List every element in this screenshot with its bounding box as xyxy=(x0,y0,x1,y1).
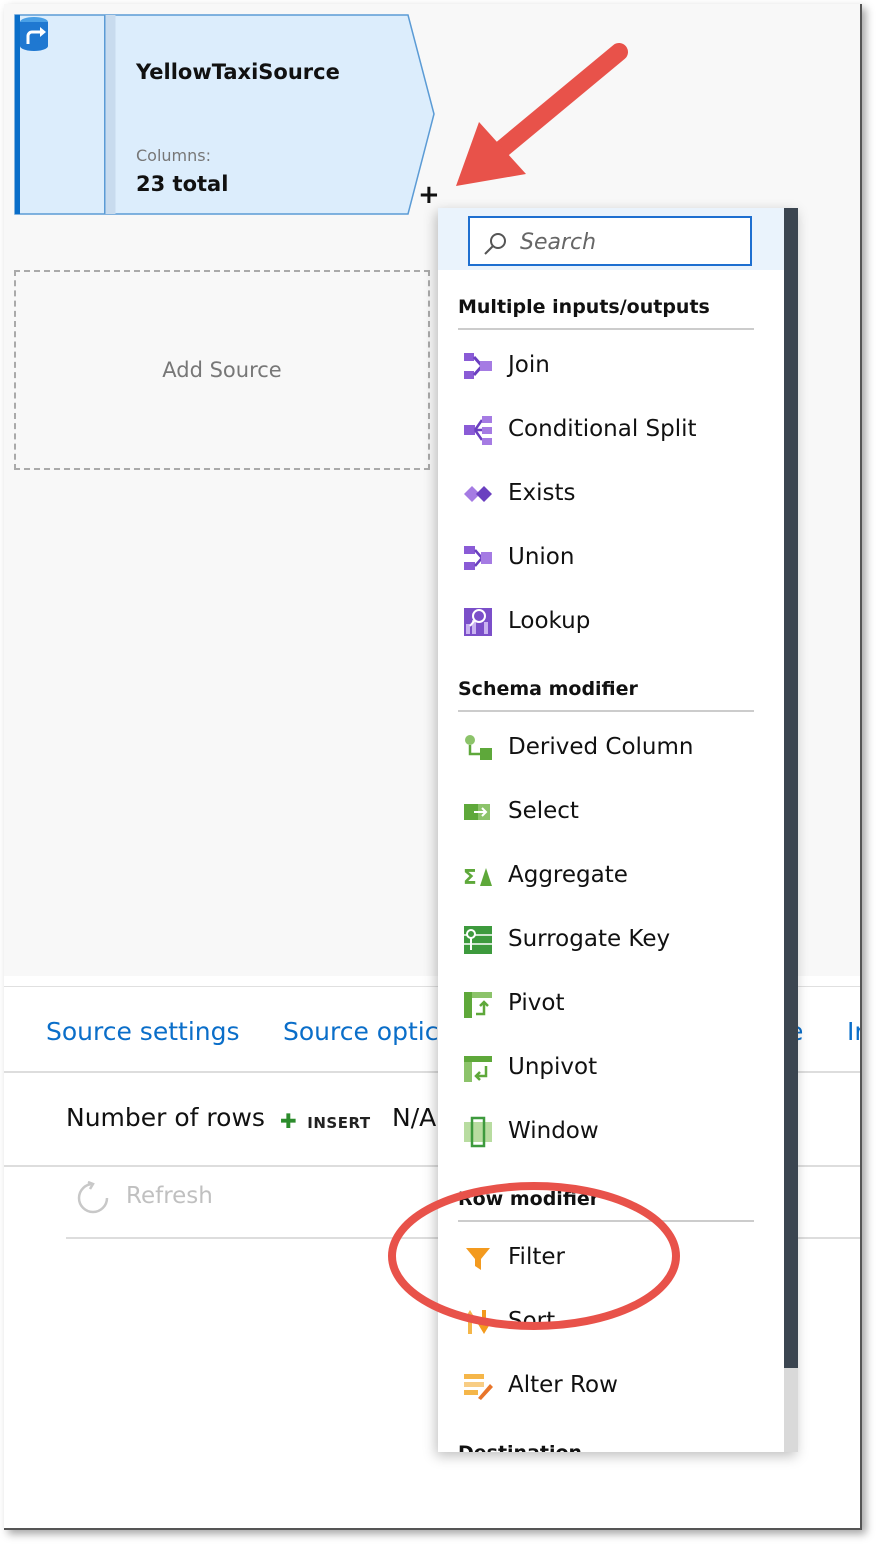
annotation-arrow xyxy=(456,43,628,186)
window-icon xyxy=(464,1116,492,1148)
menu-item-aggregate[interactable]: Σ Aggregate xyxy=(458,852,758,900)
source-node[interactable]: YellowTaxiSource Columns: 23 total xyxy=(14,14,435,215)
refresh-button[interactable]: Refresh xyxy=(126,1183,213,1209)
menu-item-label: Exists xyxy=(508,480,576,506)
section-schema-modifier: Schema modifier xyxy=(458,678,754,712)
join-icon xyxy=(464,353,492,379)
menu-item-surrogate-key[interactable]: Surrogate Key xyxy=(458,916,758,964)
menu-item-window[interactable]: Window xyxy=(458,1108,758,1156)
menu-item-lookup[interactable]: Lookup xyxy=(458,598,758,646)
number-of-rows-label: Number of rows xyxy=(66,1103,265,1132)
surrogate-key-icon xyxy=(464,926,492,954)
conditional-split-icon xyxy=(464,416,492,445)
menu-item-label: Pivot xyxy=(508,990,565,1016)
menu-item-derived-column[interactable]: Derived Column xyxy=(458,724,758,772)
search-input[interactable] xyxy=(518,224,742,260)
section-destination: Destination xyxy=(458,1442,754,1452)
menu-item-conditional-split[interactable]: Conditional Split xyxy=(458,406,758,454)
menu-item-label: Surrogate Key xyxy=(508,926,671,952)
union-icon xyxy=(464,546,492,570)
menu-item-label: Derived Column xyxy=(508,734,694,760)
menu-item-label: Unpivot xyxy=(508,1054,598,1080)
svg-text:Σ: Σ xyxy=(463,865,477,889)
columns-value: 23 total xyxy=(136,172,229,196)
menu-item-unpivot[interactable]: Unpivot xyxy=(458,1044,758,1092)
refresh-icon xyxy=(77,1181,109,1214)
pivot-icon xyxy=(464,992,492,1018)
menu-item-label: Select xyxy=(508,798,579,824)
screenshot-frame: YellowTaxiSource Columns: 23 total + Add… xyxy=(4,4,862,1530)
search-icon xyxy=(484,233,506,255)
unpivot-icon xyxy=(464,1056,492,1082)
menu-item-label: Union xyxy=(508,544,575,570)
menu-item-label: Conditional Split xyxy=(508,416,697,442)
menu-item-select[interactable]: Select xyxy=(458,788,758,836)
select-icon xyxy=(464,804,490,820)
search-box xyxy=(468,216,752,266)
source-database-icon xyxy=(20,17,48,51)
alter-row-icon xyxy=(464,1374,493,1400)
menu-item-label: Lookup xyxy=(508,608,591,634)
tab-source-settings[interactable]: Source settings xyxy=(46,1017,240,1046)
insert-button[interactable]: ✚ INSERT xyxy=(280,1109,371,1133)
section-multiple-inputs-outputs: Multiple inputs/outputs xyxy=(458,296,754,330)
rows-value: N/A xyxy=(392,1103,437,1132)
exists-icon xyxy=(464,486,492,502)
tab-partial-2[interactable]: Ir xyxy=(847,1017,860,1046)
menu-item-label: Window xyxy=(508,1118,599,1144)
menu-item-pivot[interactable]: Pivot xyxy=(458,980,758,1028)
add-source-button[interactable]: Add Source xyxy=(14,270,430,470)
menu-scrollbar[interactable] xyxy=(784,208,798,1452)
aggregate-icon: Σ xyxy=(463,865,492,889)
menu-item-label: Alter Row xyxy=(508,1372,618,1398)
plus-icon: ✚ xyxy=(280,1109,298,1133)
annotation-ellipse xyxy=(388,1182,680,1330)
menu-item-label: Aggregate xyxy=(508,862,628,888)
search-container xyxy=(438,208,784,270)
menu-scrollbar-thumb[interactable] xyxy=(784,208,798,1368)
tab-source-options[interactable]: Source optic xyxy=(283,1017,438,1046)
insert-label: INSERT xyxy=(307,1114,371,1132)
menu-item-union[interactable]: Union xyxy=(458,534,758,582)
columns-label: Columns: xyxy=(136,146,211,165)
menu-item-alter-row[interactable]: Alter Row xyxy=(458,1362,758,1410)
derived-column-icon xyxy=(465,735,492,760)
add-source-label: Add Source xyxy=(162,358,282,382)
menu-item-label: Join xyxy=(508,352,550,378)
source-node-title: YellowTaxiSource xyxy=(136,60,340,84)
menu-item-join[interactable]: Join xyxy=(458,342,758,390)
menu-item-exists[interactable]: Exists xyxy=(458,470,758,518)
lookup-icon xyxy=(464,608,492,636)
